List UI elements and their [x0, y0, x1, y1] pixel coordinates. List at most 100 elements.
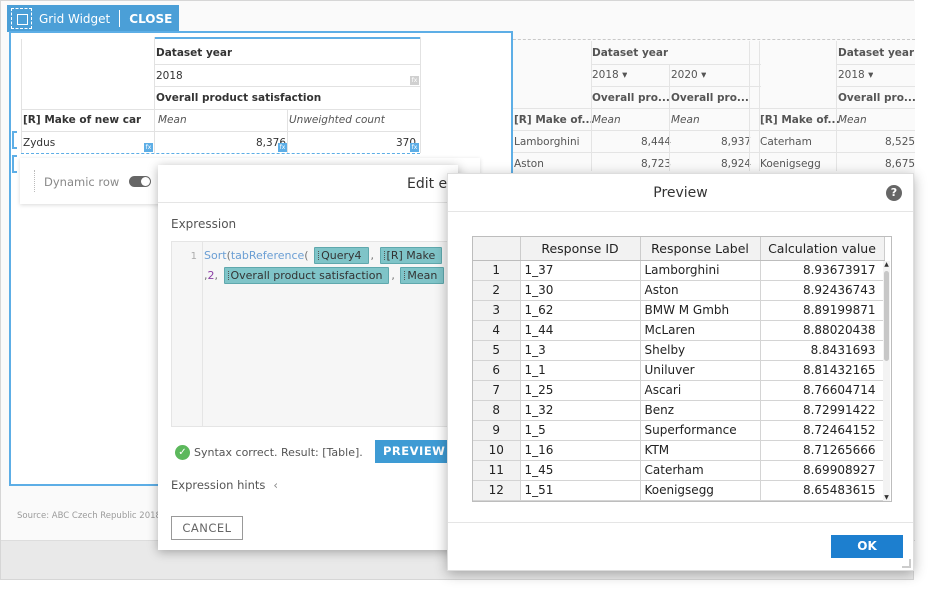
calculation-value-cell[interactable]: 8.93673917 [760, 260, 885, 281]
drag-handle[interactable] [34, 170, 35, 192]
response-label-cell[interactable]: Benz [640, 400, 761, 421]
calculation-value-cell[interactable]: 8.8431693 [760, 340, 885, 361]
chevron-left-icon: ‹ [273, 478, 278, 492]
table-row[interactable]: 2 1_30 Aston 8.92436743 [473, 280, 885, 301]
bg-year-2020[interactable]: 2020 ▾ [671, 69, 706, 81]
code-tag-question[interactable]: Overall product satisfaction [223, 267, 390, 284]
row-number[interactable]: 6 [473, 360, 521, 381]
expression-editor[interactable]: 1 Sort(tabReference( Query4, [R] Make ,2… [171, 241, 458, 427]
table-row[interactable]: 1 1_37 Lamborghini 8.93673917 [473, 260, 885, 281]
table-row[interactable]: 4 1_44 McLaren 8.88020438 [473, 320, 885, 341]
widget-select-icon [11, 8, 32, 29]
response-label-cell[interactable]: Caterham [640, 460, 761, 481]
table-row[interactable]: 10 1_16 KTM 8.71265666 [473, 440, 885, 461]
row-header: [R] Make of new car [23, 114, 142, 126]
response-label-cell[interactable]: Uniluver [640, 360, 761, 381]
ok-button[interactable]: OK [831, 535, 903, 558]
column-header-response-label[interactable]: Response Label [640, 237, 761, 261]
calculation-value-cell[interactable]: 8.76604714 [760, 380, 885, 401]
response-id-cell[interactable]: 1_32 [520, 400, 641, 421]
response-label-cell[interactable]: Lamborghini [640, 260, 761, 281]
row-number[interactable]: 1 [473, 260, 521, 281]
source-note: Source: ABC Czech Republic 2018F [17, 511, 166, 521]
response-id-cell[interactable]: 1_1 [520, 360, 641, 381]
formula-icon[interactable]: fx [410, 143, 419, 152]
year-cell[interactable]: 2018 [156, 70, 183, 82]
calculation-value-cell[interactable]: 8.72991422 [760, 400, 885, 421]
response-label-cell[interactable]: Ascari [640, 380, 761, 401]
response-label-cell[interactable]: BMW M Gmbh [640, 300, 761, 321]
row-number[interactable]: 10 [473, 440, 521, 461]
response-id-cell[interactable]: 1_25 [520, 380, 641, 401]
table-row[interactable]: 12 1_51 Koenigsegg 8.65483615 [473, 480, 885, 501]
table-row[interactable]: 8 1_32 Benz 8.72991422 [473, 400, 885, 421]
row-number[interactable]: 7 [473, 380, 521, 401]
formula-icon[interactable]: fx [278, 143, 287, 152]
response-label-cell[interactable]: Koenigsegg [640, 480, 761, 501]
table-row[interactable]: 3 1_62 BMW M Gmbh 8.89199871 [473, 300, 885, 321]
response-id-cell[interactable]: 1_62 [520, 300, 641, 321]
response-label-cell[interactable]: Shelby [640, 340, 761, 361]
column-header-calculation-value[interactable]: Calculation value [760, 237, 885, 261]
response-id-cell[interactable]: 1_37 [520, 260, 641, 281]
formula-icon[interactable]: fx [144, 143, 153, 152]
row-number[interactable]: 4 [473, 320, 521, 341]
row-number[interactable]: 11 [473, 460, 521, 481]
dataset-year-header: Dataset year [156, 47, 233, 59]
calculation-value-cell[interactable]: 8.89199871 [760, 300, 885, 321]
calculation-value-cell[interactable]: 8.92436743 [760, 280, 885, 301]
bg-question: Overall pro... [838, 92, 916, 104]
close-widget-button[interactable]: CLOSE [129, 12, 172, 26]
response-id-cell[interactable]: 1_30 [520, 280, 641, 301]
resize-grip-icon[interactable] [902, 559, 911, 568]
column-header-response-id[interactable]: Response ID [520, 237, 641, 261]
response-id-cell[interactable]: 1_51 [520, 480, 641, 501]
expression-code[interactable]: Sort(tabReference( Query4, [R] Make ,2, … [204, 247, 457, 284]
scroll-down-icon[interactable]: ▼ [883, 494, 890, 501]
count-column-header: Unweighted count [289, 114, 385, 126]
calculation-value-cell[interactable]: 8.71265666 [760, 440, 885, 461]
row-number[interactable]: 8 [473, 400, 521, 421]
response-id-cell[interactable]: 1_3 [520, 340, 641, 361]
bg-year-2018[interactable]: 2018 ▾ [838, 69, 873, 81]
calculation-value-cell[interactable]: 8.81432165 [760, 360, 885, 381]
cancel-button[interactable]: CANCEL [171, 516, 243, 540]
table-row[interactable]: 11 1_45 Caterham 8.69908927 [473, 460, 885, 481]
row-selection-bracket [12, 155, 17, 173]
code-tag-make[interactable]: [R] Make [379, 247, 443, 264]
response-id-cell[interactable]: 1_5 [520, 420, 641, 441]
vertical-scrollbar[interactable]: ▲ ▼ [883, 261, 890, 501]
calculation-value-cell[interactable]: 8.65483615 [760, 480, 885, 501]
table-row[interactable]: 9 1_5 Superformance 8.72464152 [473, 420, 885, 441]
row-number[interactable]: 12 [473, 480, 521, 501]
response-id-cell[interactable]: 1_44 [520, 320, 641, 341]
row-number[interactable]: 5 [473, 340, 521, 361]
response-label-cell[interactable]: Aston [640, 280, 761, 301]
calculation-value-cell[interactable]: 8.69908927 [760, 460, 885, 481]
response-id-cell[interactable]: 1_45 [520, 460, 641, 481]
scrollbar-thumb[interactable] [884, 271, 889, 361]
bg-year-2018[interactable]: 2018 ▾ [592, 69, 627, 81]
table-row[interactable]: 7 1_25 Ascari 8.76604714 [473, 380, 885, 401]
row-number[interactable]: 2 [473, 280, 521, 301]
response-label-cell[interactable]: Superformance [640, 420, 761, 441]
calculation-value-cell[interactable]: 8.88020438 [760, 320, 885, 341]
help-icon[interactable]: ? [886, 185, 902, 201]
table-row[interactable]: 5 1_3 Shelby 8.8431693 [473, 340, 885, 361]
calculation-value-cell[interactable]: 8.72464152 [760, 420, 885, 441]
bg-question: Overall pro... [671, 92, 749, 104]
code-tag-mean[interactable]: Mean [400, 267, 445, 284]
row-number[interactable]: 3 [473, 300, 521, 321]
dynamic-row-toggle[interactable] [129, 176, 151, 187]
response-label-cell[interactable]: KTM [640, 440, 761, 461]
bg-cell-value: 8,675 [885, 158, 916, 170]
expression-hints-toggle[interactable]: Expression hints ‹ [171, 478, 278, 492]
row-label[interactable]: Zydus [23, 137, 55, 149]
response-label-cell[interactable]: McLaren [640, 320, 761, 341]
row-number[interactable]: 9 [473, 420, 521, 441]
table-row[interactable]: 6 1_1 Uniluver 8.81432165 [473, 360, 885, 381]
response-id-cell[interactable]: 1_16 [520, 440, 641, 461]
formula-icon[interactable]: fx [410, 76, 419, 85]
scroll-up-icon[interactable]: ▲ [883, 261, 890, 268]
code-tag-query[interactable]: Query4 [314, 247, 369, 264]
